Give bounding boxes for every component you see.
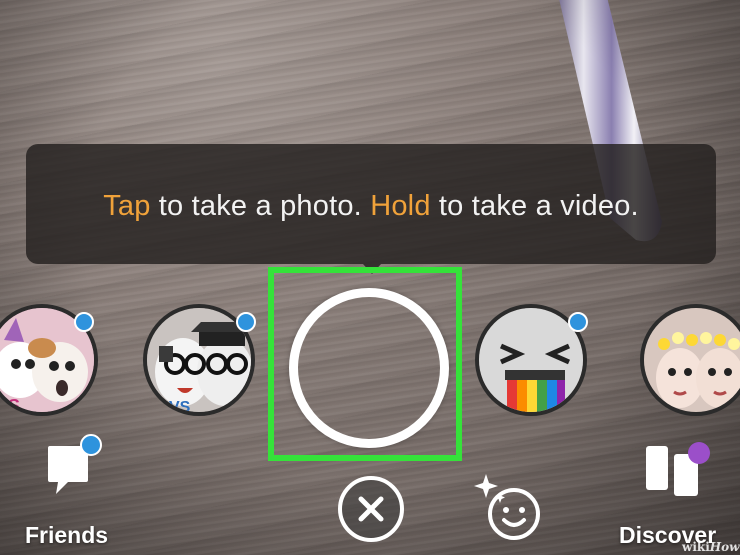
- capture-button[interactable]: [289, 288, 449, 448]
- lens-flower-crown[interactable]: [640, 304, 740, 416]
- hold-description: to take a video.: [430, 190, 639, 222]
- close-icon: [358, 496, 384, 522]
- watermark-how: How: [709, 540, 740, 554]
- capture-hint-text: Tap to take a photo. Hold to take a vide…: [26, 144, 716, 264]
- tap-description: to take a photo.: [150, 190, 371, 222]
- tap-keyword: Tap: [103, 190, 151, 222]
- smiley-sparkle-icon[interactable]: [470, 470, 544, 544]
- new-lens-dot: [568, 312, 588, 332]
- new-lens-dot: [74, 312, 94, 332]
- watermark-wiki: wiki: [682, 540, 710, 554]
- new-lens-dot: [236, 312, 256, 332]
- friends-label[interactable]: Friends: [25, 522, 108, 549]
- close-lenses-button[interactable]: [338, 476, 404, 542]
- lens-flower-crown-icon: [644, 308, 740, 412]
- friends-notification-dot: [80, 434, 102, 456]
- wikihow-watermark: wikiHow: [682, 540, 739, 554]
- discover-notification-dot: [688, 442, 710, 464]
- capture-hint-tooltip: Tap to take a photo. Hold to take a vide…: [26, 144, 716, 264]
- hold-keyword: Hold: [370, 190, 431, 222]
